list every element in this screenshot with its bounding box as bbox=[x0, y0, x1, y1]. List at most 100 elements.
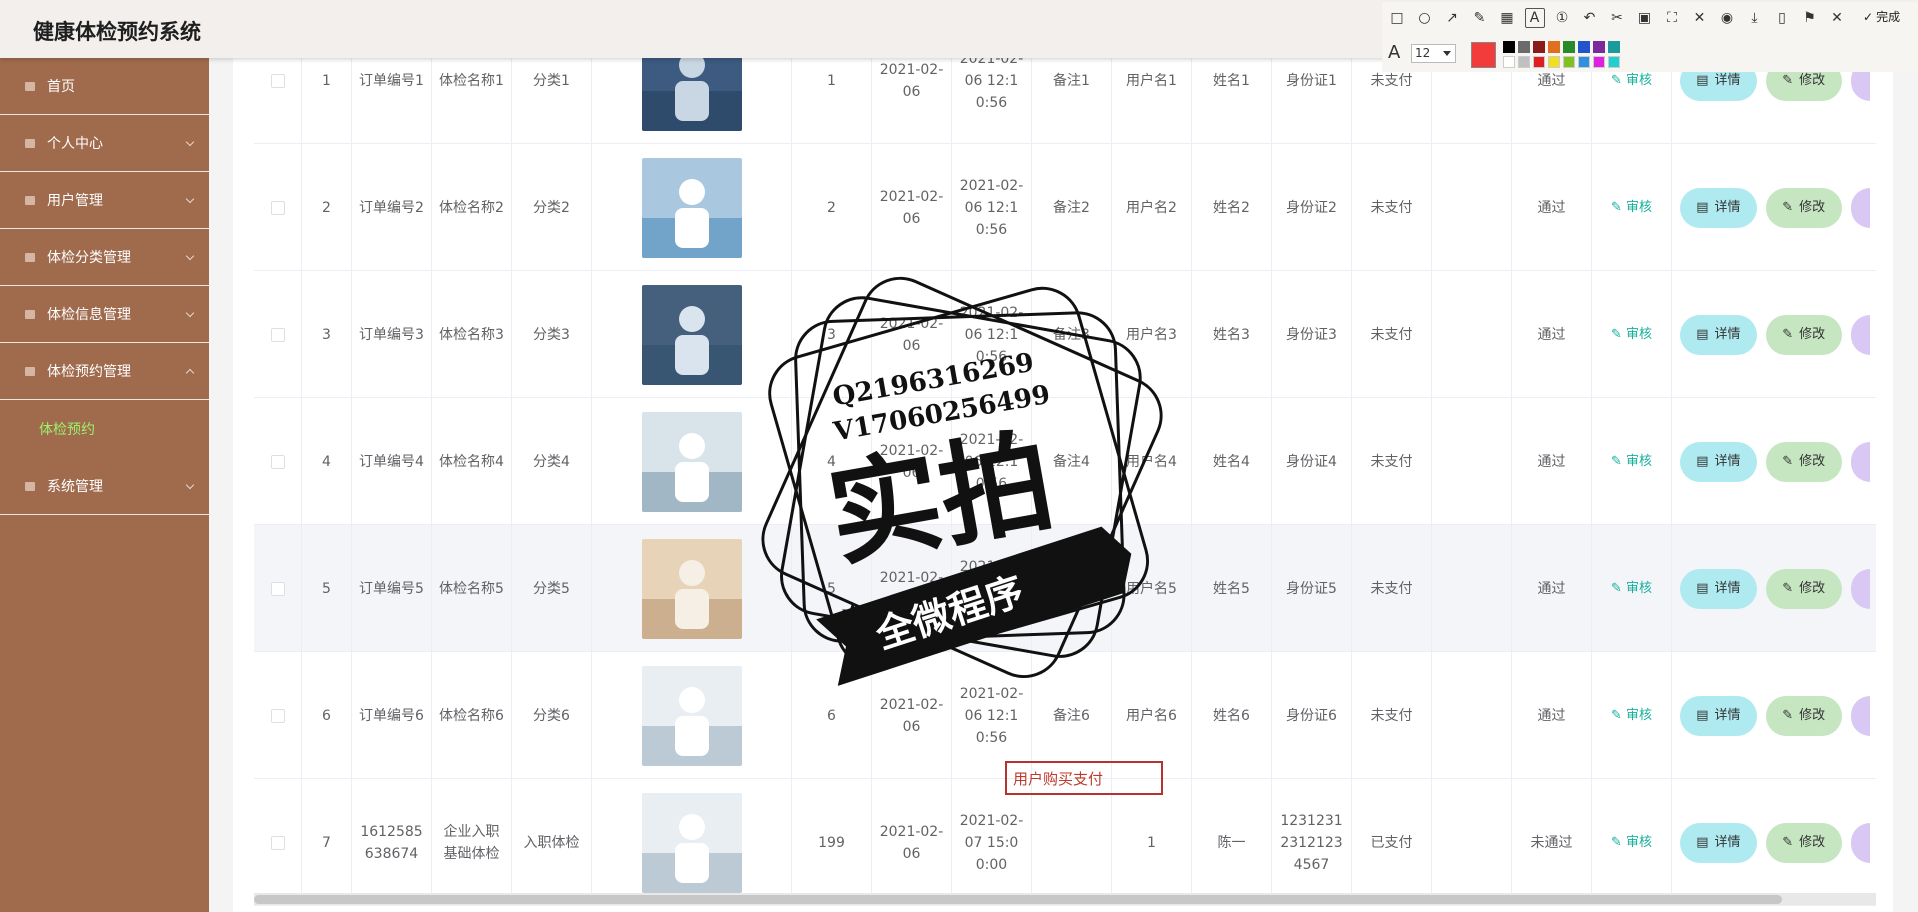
image-icon[interactable]: ▣ bbox=[1635, 8, 1655, 28]
color-swatch[interactable] bbox=[1563, 56, 1575, 68]
edit-button[interactable]: ✎ 修改 bbox=[1765, 314, 1842, 355]
check-icon: ✓ bbox=[1863, 9, 1874, 24]
sidebar-subitem-appointment[interactable]: 体检预约 bbox=[0, 400, 209, 458]
row-checkbox[interactable] bbox=[270, 581, 285, 596]
detail-label: 详情 bbox=[1714, 707, 1741, 723]
arrow-icon[interactable]: ↗ bbox=[1442, 8, 1462, 28]
color-swatch[interactable] bbox=[1593, 41, 1605, 53]
color-swatch[interactable] bbox=[1563, 41, 1575, 53]
color-swatch[interactable] bbox=[1533, 41, 1545, 53]
audit-cell: ✎ 审核 bbox=[1592, 398, 1672, 525]
scan-icon[interactable]: ⛶ bbox=[1662, 8, 1682, 28]
color-swatch[interactable] bbox=[1533, 56, 1545, 68]
color-swatch[interactable] bbox=[1518, 56, 1530, 68]
download-icon[interactable]: ⤓ bbox=[1745, 8, 1765, 28]
edit-button[interactable]: ✎ 修改 bbox=[1765, 441, 1842, 482]
cell-category-text: 入职体检 bbox=[523, 834, 580, 851]
cell-username-text: 用户名4 bbox=[1126, 453, 1177, 470]
cell-pay-text: 未支付 bbox=[1370, 199, 1413, 216]
font-size-select[interactable]: 12 bbox=[1411, 44, 1456, 63]
cell-price-text: 6 bbox=[827, 707, 836, 724]
delete-button[interactable] bbox=[1850, 187, 1870, 228]
audit-link[interactable]: ✎ 审核 bbox=[1611, 578, 1652, 600]
circle-icon[interactable]: ○ bbox=[1415, 8, 1435, 28]
cut-icon[interactable]: ✂ bbox=[1607, 8, 1627, 28]
color-swatch[interactable] bbox=[1548, 41, 1560, 53]
bookmark-icon[interactable]: ⚑ bbox=[1800, 8, 1820, 28]
audit-link[interactable]: ✎ 审核 bbox=[1611, 324, 1652, 346]
sidebar-item-5[interactable]: 体检预约管理 bbox=[0, 343, 209, 400]
pencil-icon: ✎ bbox=[1782, 199, 1794, 215]
audit-link[interactable]: ✎ 审核 bbox=[1611, 451, 1652, 473]
edit-button[interactable]: ✎ 修改 bbox=[1765, 187, 1842, 228]
cell-note-text: 备注1 bbox=[1053, 72, 1090, 89]
table-row: 2 订单编号2 体检名称2 分类2 2 2021-02-06 2021-02-06 12:1… bbox=[254, 144, 1876, 271]
color-swatch[interactable] bbox=[1503, 56, 1515, 68]
pen-icon[interactable]: ✎ bbox=[1470, 8, 1490, 28]
sidebar-item-4[interactable]: 体检信息管理 bbox=[0, 286, 209, 343]
cell-status-text: 通过 bbox=[1537, 707, 1566, 724]
row-checkbox[interactable] bbox=[270, 73, 285, 88]
detail-button[interactable]: ▤ 详情 bbox=[1680, 568, 1757, 609]
color-swatch[interactable] bbox=[1608, 56, 1620, 68]
font-icon[interactable]: A bbox=[1388, 42, 1400, 63]
color-swatch[interactable] bbox=[1593, 56, 1605, 68]
save-icon[interactable]: ▯ bbox=[1772, 8, 1792, 28]
detail-button[interactable]: ▤ 详情 bbox=[1680, 314, 1757, 355]
text-icon[interactable]: A bbox=[1524, 8, 1545, 28]
annotation-toolbar: A 12 ✓ 完成 □ ○ ↗ ✎ ▦ A ① ↶ ✂ ▣ ⛶ ✕ ◉ ⤓ ▯ ⚑ ✕ bbox=[1382, 2, 1918, 72]
audit-link[interactable]: ✎ 审核 bbox=[1611, 832, 1652, 854]
cell-order-no-text: 订单编号4 bbox=[359, 453, 424, 470]
close-icon[interactable]: ✕ bbox=[1827, 8, 1847, 28]
detail-button[interactable]: ▤ 详情 bbox=[1680, 822, 1757, 863]
color-swatch[interactable] bbox=[1578, 56, 1590, 68]
sidebar-item-3[interactable]: 体检分类管理 bbox=[0, 229, 209, 286]
row-checkbox[interactable] bbox=[270, 835, 285, 850]
delete-button[interactable] bbox=[1850, 314, 1870, 355]
sidebar-item-2[interactable]: 用户管理 bbox=[0, 172, 209, 229]
row-checkbox[interactable] bbox=[270, 200, 285, 215]
detail-button[interactable]: ▤ 详情 bbox=[1680, 441, 1757, 482]
audit-link[interactable]: ✎ 审核 bbox=[1611, 705, 1652, 727]
audit-label: 审核 bbox=[1625, 326, 1652, 342]
chevron-up-icon bbox=[185, 368, 195, 378]
number-icon[interactable]: ① bbox=[1552, 8, 1572, 28]
scrollbar-thumb[interactable] bbox=[254, 895, 1782, 904]
detail-button[interactable]: ▤ 详情 bbox=[1680, 187, 1757, 228]
cell-realname: 姓名2 bbox=[1192, 144, 1272, 271]
delete-button[interactable] bbox=[1850, 441, 1870, 482]
color-swatch[interactable] bbox=[1503, 41, 1515, 53]
edit-button[interactable]: ✎ 修改 bbox=[1765, 822, 1842, 863]
audit-link[interactable]: ✎ 审核 bbox=[1611, 197, 1652, 219]
sidebar-item-6[interactable]: 系统管理 bbox=[0, 458, 209, 515]
edit-button[interactable]: ✎ 修改 bbox=[1765, 695, 1842, 736]
done-button[interactable]: ✓ 完成 bbox=[1863, 8, 1900, 25]
sidebar-item-label: 体检信息管理 bbox=[47, 307, 131, 323]
rectangle-icon[interactable]: □ bbox=[1387, 8, 1407, 28]
pin-icon[interactable]: ✕ bbox=[1690, 8, 1710, 28]
delete-button[interactable] bbox=[1850, 695, 1870, 736]
sidebar-item-1[interactable]: 个人中心 bbox=[0, 115, 209, 172]
delete-button[interactable] bbox=[1850, 568, 1870, 609]
horizontal-scrollbar[interactable] bbox=[254, 893, 1876, 905]
sidebar-item-0[interactable]: 首页 bbox=[0, 58, 209, 115]
row-checkbox[interactable] bbox=[270, 708, 285, 723]
color-swatch[interactable] bbox=[1578, 41, 1590, 53]
current-color-swatch[interactable] bbox=[1471, 42, 1496, 68]
record-icon[interactable]: ◉ bbox=[1717, 8, 1737, 28]
color-swatch[interactable] bbox=[1518, 41, 1530, 53]
cell-realname: 姓名3 bbox=[1192, 271, 1272, 398]
undo-icon[interactable]: ↶ bbox=[1580, 8, 1600, 28]
color-swatch[interactable] bbox=[1548, 56, 1560, 68]
audit-link[interactable]: ✎ 审核 bbox=[1611, 70, 1652, 92]
annotation-textbox[interactable]: 用户购买支付 bbox=[1005, 761, 1163, 795]
delete-button[interactable] bbox=[1850, 822, 1870, 863]
color-swatch[interactable] bbox=[1608, 41, 1620, 53]
cell-order-no-text: 1612585638674 bbox=[360, 823, 423, 862]
detail-button[interactable]: ▤ 详情 bbox=[1680, 695, 1757, 736]
row-checkbox[interactable] bbox=[270, 327, 285, 342]
mosaic-icon[interactable]: ▦ bbox=[1497, 8, 1517, 28]
cell-date: 2021-02-06 bbox=[872, 525, 952, 652]
edit-button[interactable]: ✎ 修改 bbox=[1765, 568, 1842, 609]
row-checkbox[interactable] bbox=[270, 454, 285, 469]
